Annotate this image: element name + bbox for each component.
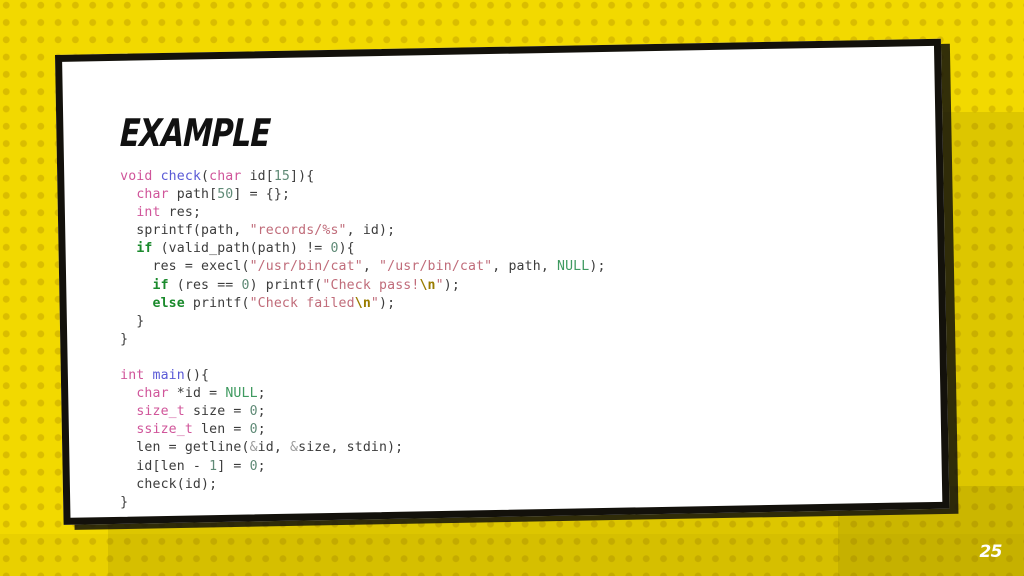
token-string-check-failed: "Check failed bbox=[249, 295, 355, 311]
page-title: EXAMPLE bbox=[119, 110, 271, 155]
background-shade-bottom-band bbox=[0, 534, 1024, 576]
token-keyword-else: else bbox=[152, 295, 185, 311]
token-escape-newline: \n bbox=[354, 295, 371, 311]
slide-root: EXAMPLE void check(char id[15]){ char pa… bbox=[0, 0, 1024, 576]
code-line: } bbox=[120, 331, 129, 347]
code-line: char path[50] = {}; bbox=[136, 186, 291, 202]
token-escape-newline: \n bbox=[419, 277, 436, 293]
token-type-size-t: size_t bbox=[136, 404, 185, 420]
code-line: else printf("Check failed\n"); bbox=[152, 295, 396, 311]
content-card-inner: EXAMPLE void check(char id[15]){ char pa… bbox=[62, 62, 934, 518]
token-type-char: char bbox=[209, 168, 242, 184]
token-string-path1: "/usr/bin/cat" bbox=[249, 259, 363, 275]
token-constant-null: NULL bbox=[557, 259, 590, 275]
code-line: int main(){ bbox=[120, 367, 210, 383]
token-function-main: main bbox=[152, 367, 185, 383]
token-keyword-if: if bbox=[136, 241, 153, 257]
token-type-void: void bbox=[120, 168, 153, 184]
code-line: res = execl("/usr/bin/cat", "/usr/bin/ca… bbox=[120, 259, 606, 275]
token-type-int: int bbox=[120, 367, 145, 383]
code-line: if (valid_path(path) != 0){ bbox=[136, 241, 355, 257]
token-type-int: int bbox=[136, 205, 161, 221]
token-string-records: "records/%s" bbox=[249, 223, 347, 239]
code-line: if (res == 0) printf("Check pass!\n"); bbox=[152, 277, 460, 293]
code-line: ssize_t len = 0; bbox=[136, 422, 266, 438]
code-line: sprintf(path, "records/%s", id); bbox=[120, 223, 396, 239]
code-line: len = getline(&id, &size, stdin); bbox=[120, 440, 404, 456]
code-block: void check(char id[15]){ char path[50] =… bbox=[120, 168, 605, 512]
code-line: check(id); bbox=[120, 476, 218, 492]
token-string-check-pass: "Check pass! bbox=[322, 277, 420, 293]
code-line: void check(char id[15]){ bbox=[120, 168, 315, 184]
token-type-char: char bbox=[136, 385, 169, 401]
page-number: 25 bbox=[979, 542, 1002, 562]
content-card: EXAMPLE void check(char id[15]){ char pa… bbox=[55, 38, 950, 525]
code-line: } bbox=[120, 313, 145, 329]
token-constant-null: NULL bbox=[225, 385, 258, 401]
token-string-path2: "/usr/bin/cat" bbox=[379, 259, 493, 275]
code-line: } bbox=[120, 494, 129, 510]
code-line: size_t size = 0; bbox=[136, 404, 266, 420]
token-type-char: char bbox=[136, 186, 169, 202]
code-line: int res; bbox=[136, 205, 202, 221]
token-keyword-if: if bbox=[152, 277, 169, 293]
token-type-ssize-t: ssize_t bbox=[136, 422, 193, 438]
code-line: id[len - 1] = 0; bbox=[120, 458, 266, 474]
token-function-check: check bbox=[160, 168, 202, 184]
code-line: char *id = NULL; bbox=[136, 385, 266, 401]
